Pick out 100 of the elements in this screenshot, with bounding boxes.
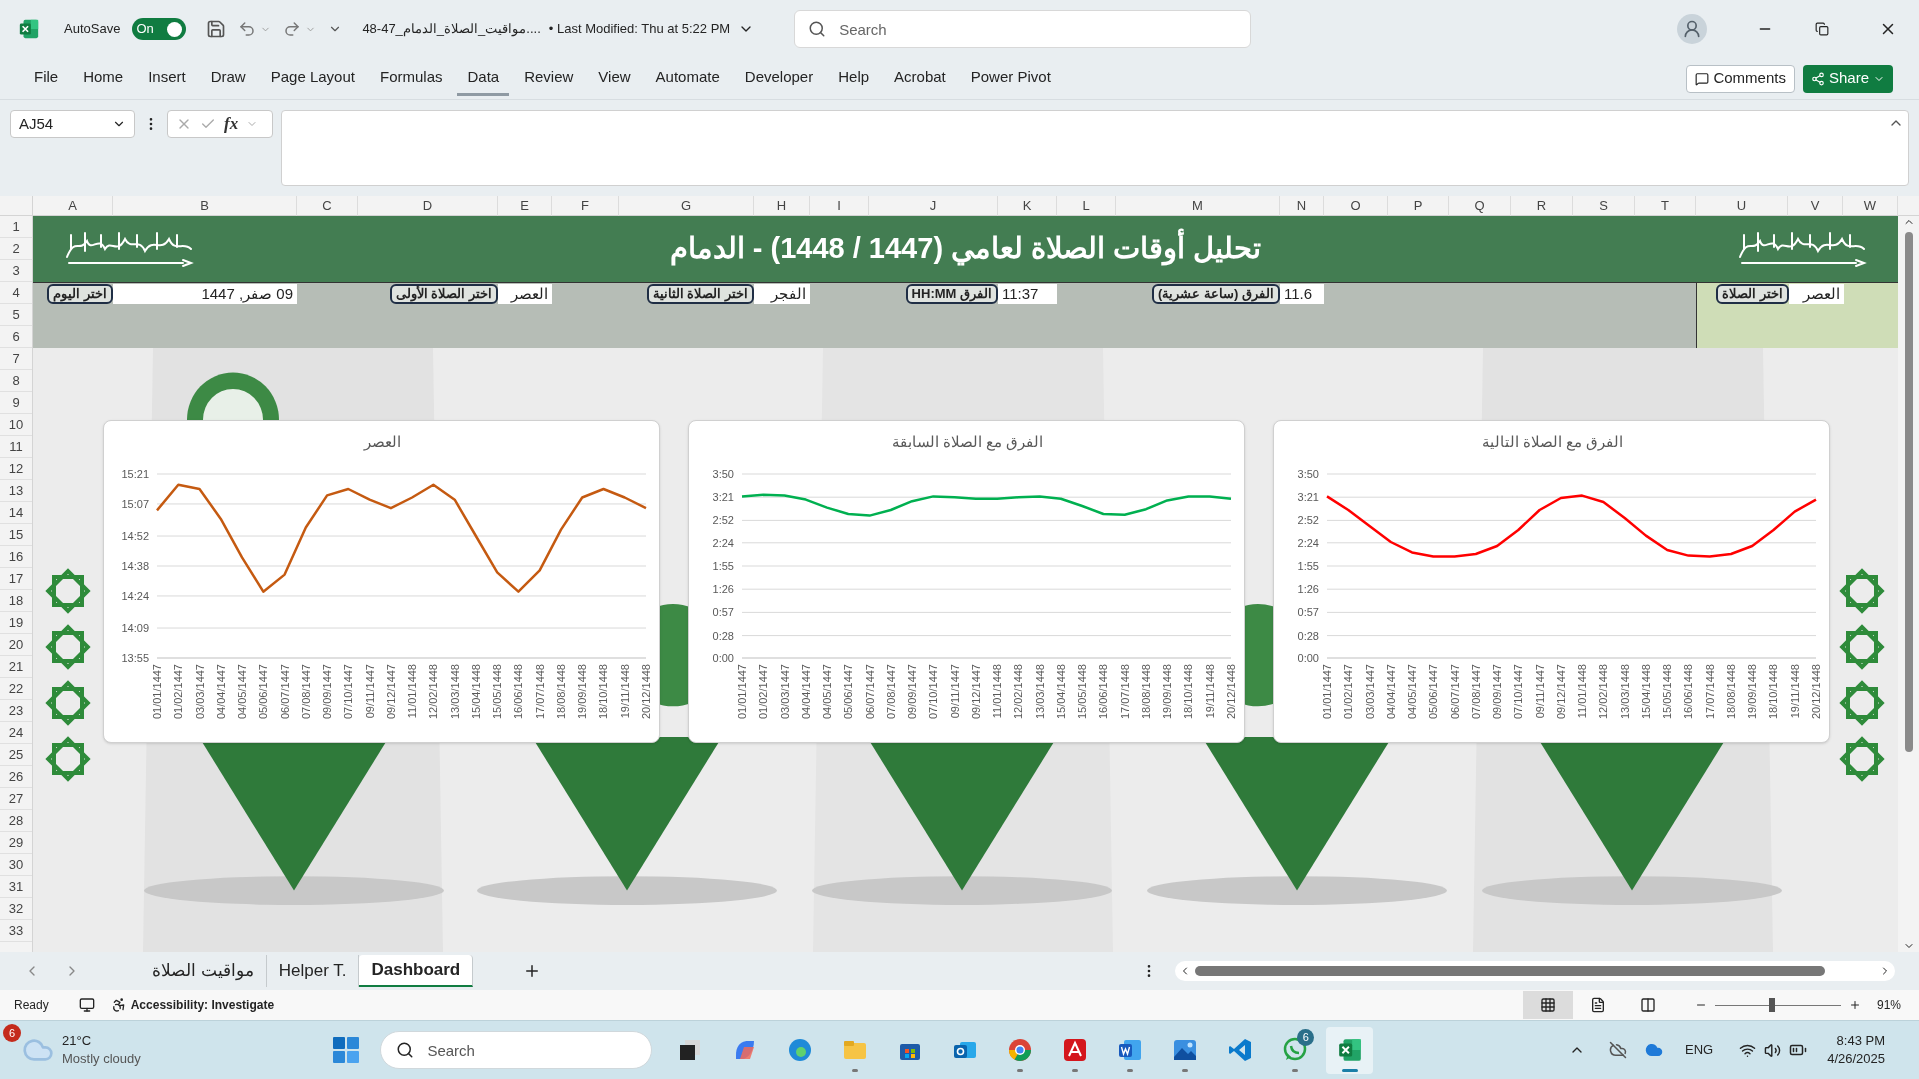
ribbon-tab[interactable]: Insert bbox=[138, 61, 196, 96]
row-header[interactable]: 4 bbox=[0, 282, 32, 304]
row-header[interactable]: 10 bbox=[0, 414, 32, 436]
row-header[interactable]: 24 bbox=[0, 722, 32, 744]
row-header[interactable]: 8 bbox=[0, 370, 32, 392]
restore-icon[interactable] bbox=[1815, 22, 1829, 36]
control-value[interactable]: 09 صفر, 1447 bbox=[113, 284, 297, 304]
row-header[interactable]: 20 bbox=[0, 634, 32, 656]
row-header[interactable]: 7 bbox=[0, 348, 32, 370]
axis-label: 01/02/1447 bbox=[172, 664, 185, 720]
weather-condition[interactable]: Mostly cloudy bbox=[62, 1050, 141, 1068]
scrollbar-thumb[interactable] bbox=[1904, 232, 1913, 752]
accessibility-icon[interactable] bbox=[110, 997, 127, 1013]
undo-icon[interactable] bbox=[238, 20, 257, 38]
axis-label: 06/07/1447 bbox=[863, 664, 876, 720]
volume-icon[interactable] bbox=[1764, 1041, 1782, 1059]
row-header[interactable]: 26 bbox=[0, 766, 32, 788]
ribbon-tab[interactable]: Developer bbox=[734, 61, 824, 96]
ribbon-tab[interactable]: Automate bbox=[645, 61, 730, 96]
control-value[interactable]: 11.6 bbox=[1280, 284, 1324, 304]
code-editor-icon[interactable] bbox=[1226, 1037, 1253, 1063]
axis-label: 3:21 bbox=[1297, 491, 1319, 504]
row-header[interactable]: 16 bbox=[0, 546, 32, 568]
row-header[interactable]: 25 bbox=[0, 744, 32, 766]
file-name[interactable]: 48-47_مواقيت_الصلاة_الدمام.... bbox=[362, 19, 541, 39]
ribbon-tab[interactable]: Acrobat bbox=[884, 61, 956, 96]
row-header[interactable]: 14 bbox=[0, 502, 32, 524]
row-header[interactable]: 1 bbox=[0, 216, 32, 238]
ribbon-tab[interactable]: Page Layout bbox=[260, 61, 365, 96]
row-header[interactable]: 22 bbox=[0, 678, 32, 700]
last-modified[interactable]: • Last Modified: Thu at 5:22 PM bbox=[548, 19, 731, 39]
control-value[interactable]: الفجر bbox=[754, 284, 810, 304]
row-header[interactable]: 33 bbox=[0, 920, 32, 942]
row-header[interactable]: 6 bbox=[0, 326, 32, 348]
weather-temperature[interactable]: 21°C bbox=[62, 1032, 141, 1050]
clock-time[interactable]: 8:43 PM bbox=[1836, 1032, 1885, 1050]
zoom-in-icon[interactable] bbox=[1848, 999, 1861, 1011]
ribbon-tab[interactable]: Help bbox=[828, 61, 880, 96]
name-box[interactable]: AJ54 bbox=[10, 110, 135, 138]
sheet-tab[interactable]: Dashboard bbox=[359, 955, 474, 987]
ribbon-tab[interactable]: View bbox=[588, 61, 641, 96]
row-header[interactable]: 21 bbox=[0, 656, 32, 678]
cloud-icon[interactable] bbox=[1645, 1041, 1663, 1059]
axis-label: 06/07/1447 bbox=[1448, 664, 1461, 720]
clock-date[interactable]: 4/26/2025 bbox=[1827, 1050, 1885, 1068]
taskbar-button[interactable]: 6 bbox=[1271, 1026, 1319, 1074]
row-header[interactable]: 30 bbox=[0, 854, 32, 876]
search-field[interactable]: Search bbox=[794, 10, 1252, 48]
row-header[interactable]: 29 bbox=[0, 832, 32, 854]
axis-label: 15/04/1448 bbox=[1639, 664, 1652, 720]
row-header[interactable]: 11 bbox=[0, 436, 32, 458]
row-header[interactable]: 15 bbox=[0, 524, 32, 546]
document-app-icon[interactable] bbox=[1116, 1037, 1143, 1063]
save-icon[interactable] bbox=[206, 19, 227, 39]
autosave-toggle[interactable]: On bbox=[132, 18, 187, 40]
ribbon-tab[interactable]: Review bbox=[514, 61, 584, 96]
zoom-level[interactable]: 91% bbox=[1876, 996, 1901, 1014]
row-header[interactable]: 31 bbox=[0, 876, 32, 898]
row-header[interactable]: 17 bbox=[0, 568, 32, 590]
spreadsheet-app-icon[interactable] bbox=[1336, 1037, 1363, 1063]
avatar[interactable] bbox=[1677, 14, 1707, 44]
row-header[interactable]: 32 bbox=[0, 898, 32, 920]
row-header[interactable]: 12 bbox=[0, 458, 32, 480]
language-indicator[interactable]: ENG bbox=[1685, 1040, 1714, 1060]
scrollbar-thumb[interactable] bbox=[1195, 966, 1825, 976]
share-button[interactable]: Share bbox=[1802, 64, 1893, 93]
row-header[interactable]: 2 bbox=[0, 238, 32, 260]
sheet-tab[interactable]: مواقيت الصلاة bbox=[140, 955, 267, 987]
row-header[interactable]: 19 bbox=[0, 612, 32, 634]
insert-function-button[interactable]: fx bbox=[224, 111, 239, 137]
cloud-error-icon[interactable] bbox=[1609, 1041, 1627, 1059]
ribbon-tab[interactable]: File bbox=[24, 61, 69, 96]
ribbon-tab[interactable]: Data bbox=[457, 61, 510, 96]
row-header[interactable]: 9 bbox=[0, 392, 32, 414]
ribbon-tab[interactable]: Formulas bbox=[369, 61, 453, 96]
row-header[interactable]: 3 bbox=[0, 260, 32, 282]
photos-icon[interactable] bbox=[1171, 1037, 1198, 1063]
formula-input[interactable] bbox=[281, 110, 1909, 186]
accessibility-status[interactable]: Accessibility: Investigate bbox=[130, 996, 275, 1014]
taskbar-search-field[interactable]: Search bbox=[380, 1031, 653, 1069]
comments-button[interactable]: Comments bbox=[1686, 64, 1795, 93]
row-header[interactable]: 28 bbox=[0, 810, 32, 832]
ribbon-tab[interactable]: Power Pivot bbox=[960, 61, 1061, 96]
row-header[interactable]: 23 bbox=[0, 700, 32, 722]
control-value[interactable]: 11:37 bbox=[998, 284, 1057, 304]
redo-icon[interactable] bbox=[283, 20, 302, 38]
pdf-app-icon[interactable] bbox=[1061, 1037, 1088, 1063]
axis-label: 15/04/1448 bbox=[1054, 664, 1067, 720]
ribbon-tab[interactable]: Draw bbox=[200, 61, 256, 96]
ribbon-tab[interactable]: Home bbox=[73, 61, 134, 96]
row-header[interactable]: 27 bbox=[0, 788, 32, 810]
row-header[interactable]: 18 bbox=[0, 590, 32, 612]
row-header[interactable]: 13 bbox=[0, 480, 32, 502]
start-icon[interactable] bbox=[332, 1036, 361, 1064]
row-header[interactable]: 5 bbox=[0, 304, 32, 326]
zoom-slider-thumb[interactable] bbox=[1768, 998, 1775, 1012]
control-value[interactable]: العصر bbox=[1789, 284, 1844, 304]
control-value[interactable]: العصر bbox=[498, 284, 552, 304]
view-button[interactable] bbox=[1522, 991, 1573, 1019]
horizontal-scrollbar[interactable] bbox=[1175, 961, 1895, 981]
